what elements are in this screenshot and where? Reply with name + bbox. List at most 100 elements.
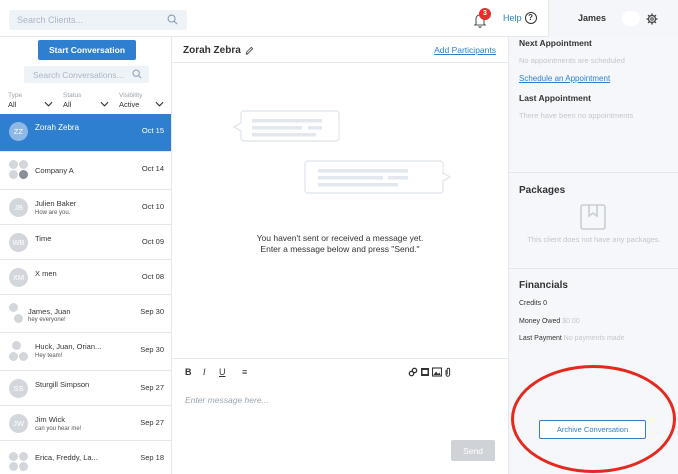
conversation-name: Erica, Freddy, La... — [35, 453, 98, 462]
user-menu[interactable]: James — [548, 0, 678, 37]
conversation-name: Huck, Juan, Orian... — [35, 342, 102, 351]
conversation-sidebar: Start Conversation Type All Status All V… — [0, 37, 172, 474]
packages-heading: Packages — [519, 185, 566, 196]
conversation-item[interactable]: Company A Oct 14 — [0, 152, 171, 190]
last-payment-row: Last Payment No payments made — [519, 335, 624, 342]
credits-value: 0 — [543, 300, 548, 307]
conversation-search-box[interactable] — [24, 66, 149, 83]
help-link[interactable]: Help ? — [503, 12, 537, 24]
conversation-preview: Hey team! — [35, 353, 63, 359]
empty-chat-bubbles-icon — [232, 110, 452, 194]
conversation-item[interactable]: JW Jim Wick can you hear me! Sep 27 — [0, 406, 171, 441]
conversation-item[interactable]: XM X men Oct 08 — [0, 260, 171, 295]
conversation-header: Zorah Zebra Add Participants — [172, 37, 508, 63]
conversation-item[interactable]: JB Julien Baker How are you. Oct 10 — [0, 190, 171, 225]
empty-state-line: You haven't sent or received a message y… — [256, 233, 424, 243]
filter-bar: Type All Status All Visibility Active — [0, 92, 171, 112]
conversation-item[interactable]: SS Sturgill Simpson Sep 27 — [0, 371, 171, 406]
archive-conversation-button[interactable]: Archive Conversation — [539, 420, 646, 439]
pencil-icon[interactable] — [245, 46, 254, 55]
money-owed-value: $0.00 — [562, 318, 580, 325]
underline-button[interactable]: U — [219, 367, 226, 377]
add-participants-link[interactable]: Add Participants — [434, 45, 496, 55]
gear-icon[interactable] — [646, 13, 658, 25]
credits-row: Credits 0 — [519, 300, 547, 307]
avatar: ZZ — [9, 122, 28, 141]
last-payment-label: Last Payment — [519, 335, 562, 342]
filter-value: All — [63, 100, 72, 109]
avatar: WB — [9, 233, 28, 252]
chevron-down-icon[interactable] — [44, 101, 53, 107]
type-filter[interactable]: Type All — [8, 92, 22, 109]
italic-button[interactable]: I — [203, 367, 206, 377]
conversation-date: Oct 14 — [141, 164, 164, 173]
help-label: Help — [503, 13, 522, 23]
conversation-item[interactable]: ZZ Zorah Zebra Oct 15 — [0, 114, 171, 152]
chevron-down-icon[interactable] — [100, 101, 109, 107]
status-filter[interactable]: Status All — [63, 92, 81, 109]
filter-label: Visibility — [119, 92, 143, 99]
money-owed-label: Money Owed — [519, 318, 561, 325]
question-icon: ? — [524, 12, 537, 24]
last-appointment-heading: Last Appointment — [519, 93, 591, 103]
message-input[interactable] — [185, 390, 485, 410]
client-search-input[interactable] — [9, 10, 159, 30]
conversation-date: Sep 27 — [140, 418, 164, 427]
search-icon[interactable] — [167, 14, 178, 25]
money-owed-row: Money Owed $0.00 — [519, 318, 580, 325]
link-icon[interactable] — [408, 367, 418, 377]
avatar: JW — [9, 414, 28, 433]
conversation-preview: hey everyone! — [28, 317, 66, 323]
conversation-name: Company A — [35, 166, 74, 175]
start-conversation-button[interactable]: Start Conversation — [38, 40, 136, 60]
paperclip-icon[interactable] — [444, 367, 452, 377]
conversation-date: Oct 10 — [141, 202, 164, 211]
group-avatar — [9, 160, 31, 182]
conversation-item[interactable]: Erica, Freddy, La... Sep 18 — [0, 441, 171, 474]
schedule-appointment-link[interactable]: Schedule an Appointment — [519, 74, 610, 83]
empty-state-line: Enter a message below and press "Send." — [260, 244, 420, 254]
section-divider — [509, 268, 678, 269]
image-icon[interactable] — [432, 367, 442, 377]
empty-state-message: You haven't sent or received a message y… — [172, 233, 508, 255]
conversation-date: Oct 08 — [141, 272, 164, 281]
conversation-pane: Zorah Zebra Add Participants You haven't… — [172, 37, 508, 474]
group-avatar — [9, 341, 31, 363]
user-avatar[interactable] — [622, 11, 640, 26]
chevron-down-icon[interactable] — [155, 101, 164, 107]
list-button[interactable]: ≡ — [242, 367, 247, 377]
filter-value: All — [8, 100, 17, 109]
bold-button[interactable]: B — [185, 367, 192, 377]
packages-empty-text: This client does not have any packages. — [527, 235, 661, 244]
conversation-date: Sep 18 — [140, 453, 164, 462]
conversation-date: Oct 09 — [141, 237, 164, 246]
conversation-name: X men — [35, 269, 57, 278]
conversation-search-input[interactable] — [24, 66, 129, 83]
avatar: SS — [9, 379, 28, 398]
section-divider — [509, 172, 678, 173]
conversation-date: Sep 30 — [140, 345, 164, 354]
conversation-preview: How are you. — [35, 210, 71, 216]
client-search-box[interactable] — [9, 10, 187, 30]
conversation-name: Julien Baker — [35, 199, 77, 208]
last-payment-value: No payments made — [563, 335, 625, 342]
conversation-date: Sep 30 — [140, 307, 164, 316]
visibility-filter[interactable]: Visibility Active — [119, 92, 142, 109]
video-icon[interactable] — [420, 367, 430, 377]
conversation-item[interactable]: James, Juan hey everyone! Sep 30 — [0, 295, 171, 333]
conversation-name: Time — [35, 234, 52, 243]
filter-value: Active — [119, 100, 140, 109]
next-appointment-text: No appointments are scheduled — [519, 56, 625, 65]
conversation-item[interactable]: WB Time Oct 09 — [0, 225, 171, 260]
conversation-date: Oct 15 — [141, 126, 164, 135]
next-appointment-heading: Next Appointment — [519, 38, 592, 48]
conversation-item[interactable]: Huck, Juan, Orian... Hey team! Sep 30 — [0, 333, 171, 371]
financials-heading: Financials — [519, 280, 568, 291]
conversation-date: Sep 27 — [140, 383, 164, 392]
attachment-toolbar — [408, 367, 452, 377]
search-icon[interactable] — [132, 69, 142, 79]
package-icon — [580, 204, 606, 230]
send-button[interactable]: Send — [451, 440, 495, 461]
top-bar: 3 Help ? James — [0, 0, 678, 37]
last-appointment-text: There have been no appointments — [519, 111, 634, 120]
